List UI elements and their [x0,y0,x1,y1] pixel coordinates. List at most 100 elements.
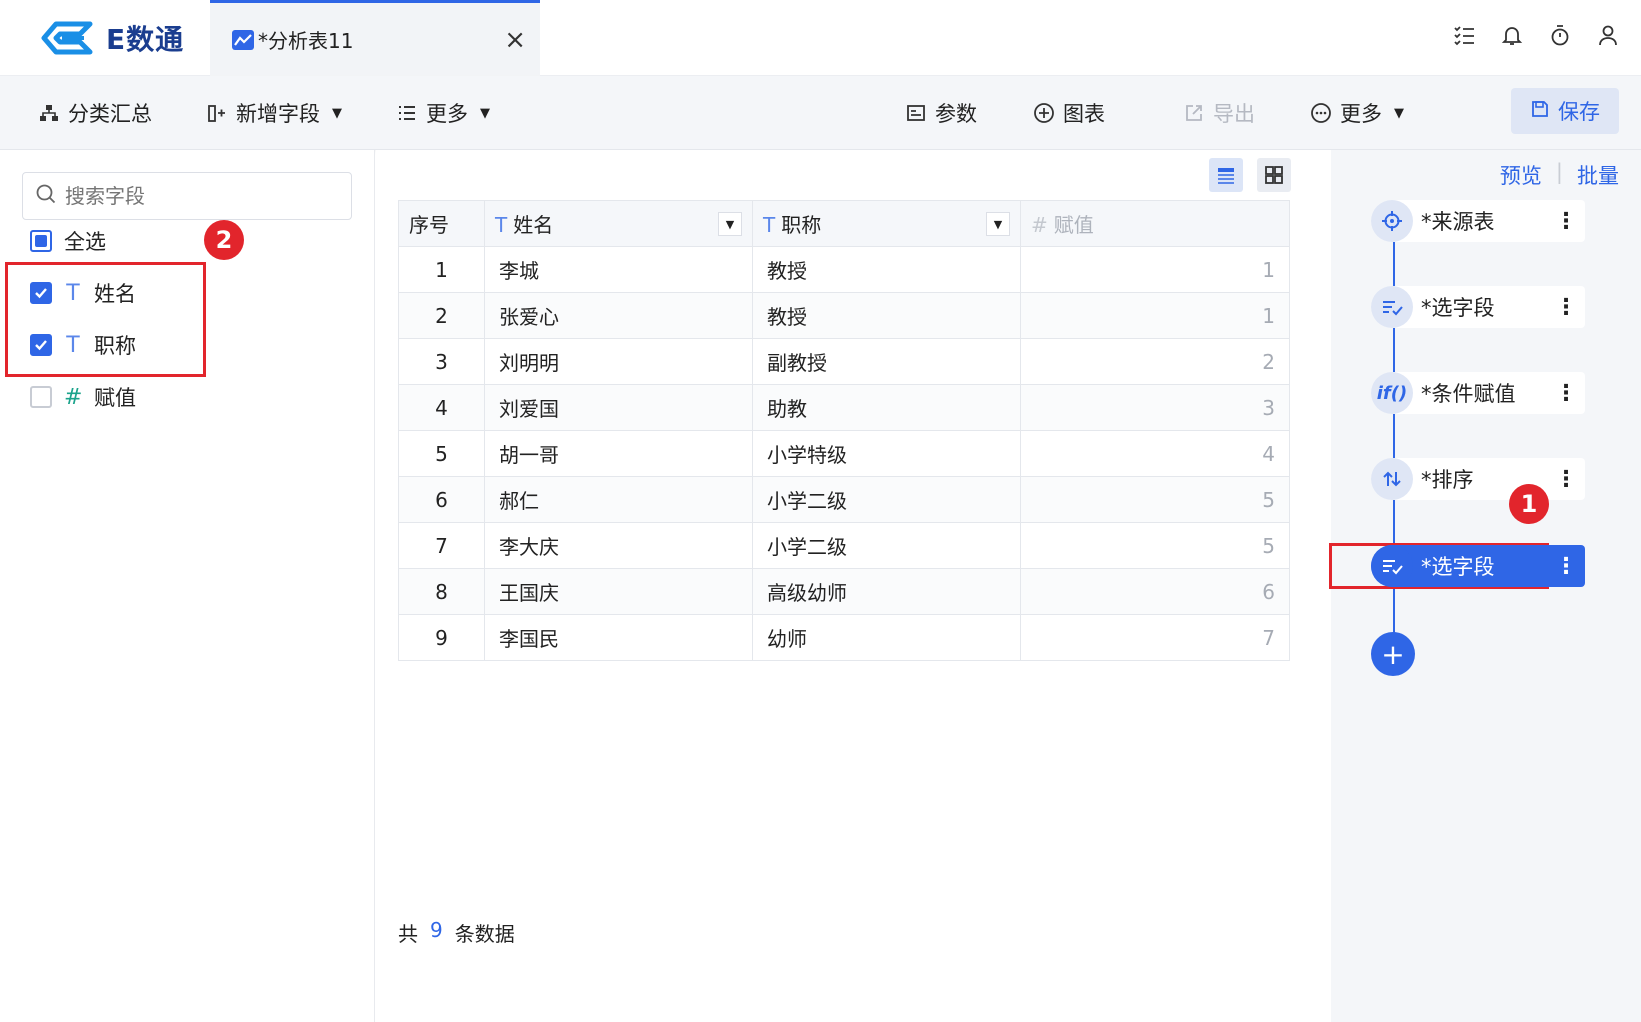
cell-name: 王国庆 [484,568,753,615]
text-type-icon: T [495,213,508,237]
chart-button[interactable]: 图表 [1033,94,1105,132]
table-row: 3 刘明明 副教授 2 [398,338,1290,385]
if-icon: if() [1371,372,1413,414]
chart-line-icon [232,29,254,50]
cell-name: 刘明明 [484,338,753,385]
export-icon [1183,102,1205,124]
export-button[interactable]: 导出 [1183,94,1255,132]
header-title[interactable]: T 职称 ▼ [752,200,1021,247]
cell-title: 小学二级 [752,476,1021,523]
checkbox-checked[interactable] [30,334,52,356]
select-all-checkbox[interactable] [30,230,52,252]
search-input[interactable] [65,184,335,208]
step-select-fields[interactable]: *选字段 ⋮ [1371,286,1585,328]
close-icon[interactable]: × [504,25,526,55]
cell-value: 3 [1020,384,1290,431]
params-icon [905,102,927,124]
caret-down-icon[interactable]: ▼ [718,212,742,236]
number-type-icon: # [64,384,83,410]
more-vertical-icon[interactable]: ⋮ [1555,467,1577,492]
cell-name: 张爱心 [484,292,753,339]
more-vertical-icon[interactable]: ⋮ [1555,295,1577,320]
cell-title: 教授 [752,246,1021,293]
step-source-table[interactable]: *来源表 ⋮ [1371,200,1585,242]
step-sort[interactable]: *排序 ⋮ [1371,458,1585,500]
header-label: 姓名 [513,213,554,237]
cell-title: 助教 [752,384,1021,431]
top-bar: E数通 *分析表11 × [0,0,1641,76]
batch-link[interactable]: 批量 [1577,160,1619,190]
cell-title: 小学二级 [752,522,1021,569]
header-name[interactable]: T 姓名 ▼ [484,200,753,247]
group-summary-label: 分类汇总 [68,102,152,126]
group-summary-button[interactable]: 分类汇总 [38,94,152,132]
save-button[interactable]: 保存 [1511,88,1619,134]
checkbox-unchecked[interactable] [30,386,52,408]
search-box[interactable] [22,172,352,220]
number-type-icon: # [1031,213,1048,237]
field-label: 职称 [94,334,136,358]
table-view-icon[interactable] [1209,158,1243,192]
data-table: 序号 T 姓名 ▼ T 职称 ▼ # 赋值 1 李城 教授 1 2 张爱心 教授 1 3 刘明明 副教授 2… [398,200,1290,661]
more-left-button[interactable]: 更多 ▼ [396,94,490,132]
step-label: *选字段 [1421,555,1495,579]
checkbox-checked[interactable] [30,282,52,304]
cell-index: 4 [398,384,485,431]
cell-value: 4 [1020,430,1290,477]
add-field-button[interactable]: 新增字段 ▼ [206,94,342,132]
field-item-title[interactable]: T 职称 [30,330,136,360]
cell-index: 1 [398,246,485,293]
field-label: 赋值 [94,386,136,410]
more-right-button[interactable]: 更多 ▼ [1310,94,1404,132]
annotation-badge-2: 2 [204,220,244,260]
step-conditional-assign[interactable]: if() *条件赋值 ⋮ [1371,372,1585,414]
more-vertical-icon[interactable]: ⋮ [1555,381,1577,406]
cell-value: 6 [1020,568,1290,615]
sort-icon [1371,458,1413,500]
cell-index: 7 [398,522,485,569]
field-item-value[interactable]: # 赋值 [30,382,136,412]
table-row: 6 郝仁 小学二级 5 [398,476,1290,523]
more-vertical-icon[interactable]: ⋮ [1555,209,1577,234]
count-prefix: 共 [398,922,418,946]
preview-link[interactable]: 预览 [1500,160,1542,190]
header-label: 赋值 [1053,213,1094,237]
search-icon [35,183,57,210]
add-field-label: 新增字段 [236,102,320,126]
params-button[interactable]: 参数 [905,94,977,132]
params-label: 参数 [935,102,977,126]
cell-index: 3 [398,338,485,385]
cell-index: 2 [398,292,485,339]
count-number: 9 [430,918,443,942]
cell-index: 5 [398,430,485,477]
cell-value: 7 [1020,614,1290,661]
step-label: *条件赋值 [1421,382,1516,406]
list-icon [396,102,418,124]
field-label: 姓名 [94,282,136,306]
caret-down-icon[interactable]: ▼ [986,212,1010,236]
add-step-button[interactable]: + [1371,632,1415,676]
bell-icon[interactable] [1499,22,1525,48]
header-index: 序号 [398,200,485,247]
tab-analysis-table[interactable]: *分析表11 × [210,0,540,76]
field-item-name[interactable]: T 姓名 [30,278,136,308]
table-row: 2 张爱心 教授 1 [398,292,1290,339]
select-all-row[interactable]: 全选 [30,226,106,256]
more-vertical-icon[interactable]: ⋮ [1555,554,1577,579]
cell-index: 8 [398,568,485,615]
task-list-icon[interactable] [1451,22,1477,48]
cell-index: 6 [398,476,485,523]
caret-down-icon: ▼ [480,105,490,121]
text-type-icon: T [66,280,80,306]
user-icon[interactable] [1595,22,1621,48]
select-fields-icon [1371,286,1413,328]
logo-text: E数通 [106,23,185,56]
cell-title: 教授 [752,292,1021,339]
grid-view-icon[interactable] [1257,158,1291,192]
record-count: 共 9 条数据 [398,918,515,947]
header-label: 职称 [781,213,822,237]
more-right-label: 更多 [1340,102,1382,126]
step-select-fields-active[interactable]: *选字段 ⋮ [1371,545,1585,587]
timer-icon[interactable] [1547,22,1573,48]
select-fields-icon [1371,545,1413,587]
